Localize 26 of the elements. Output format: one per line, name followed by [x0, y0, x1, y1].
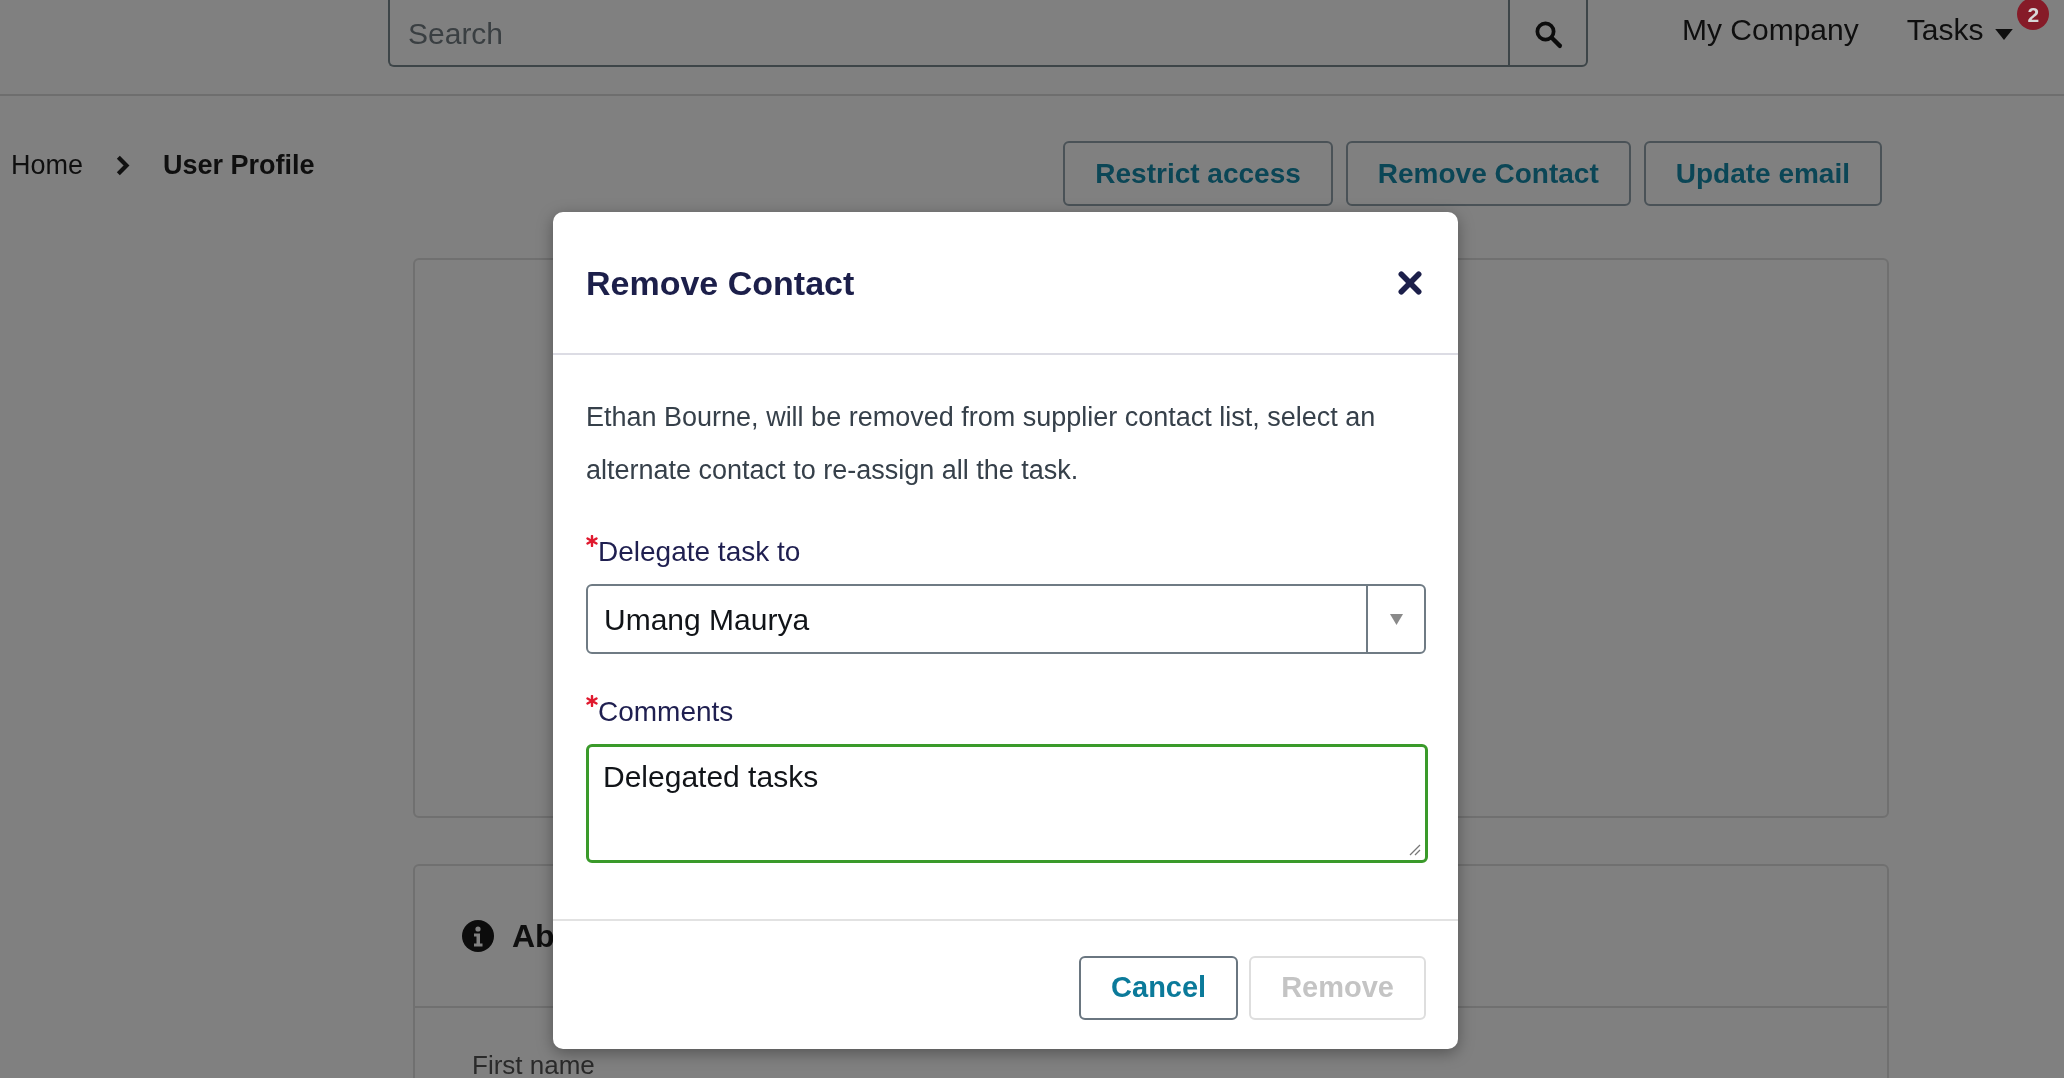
caret-down-icon	[1995, 28, 2014, 40]
delegate-select[interactable]: Umang Maurya	[586, 584, 1426, 654]
action-button[interactable]: Update email	[1643, 141, 1882, 206]
dialog-message: Ethan Bourne, will be removed from supplier contact list, select an alternate contact to re-assign all the task.	[586, 401, 1377, 487]
dialog-button[interactable]: Cancel	[1079, 956, 1239, 1020]
close-icon	[1397, 269, 1423, 296]
info-icon	[462, 920, 494, 952]
breadcrumb-link[interactable]: Home	[11, 149, 84, 181]
action-button[interactable]: Restrict access	[1063, 141, 1333, 206]
action-button[interactable]: Remove Contact	[1345, 141, 1631, 206]
field-label: First name	[472, 1050, 595, 1078]
search-button[interactable]	[1508, 0, 1588, 67]
resize-grip-icon[interactable]	[1409, 844, 1421, 856]
task-count-badge: 2	[2017, 0, 2050, 30]
field-label: Comments	[598, 695, 734, 729]
dialog-title: Remove Contact	[586, 262, 855, 304]
comments-field[interactable]: Delegated tasks	[586, 744, 1428, 863]
tasks-menu[interactable]: Tasks	[1906, 12, 2014, 48]
close-button[interactable]	[1396, 268, 1424, 297]
breadcrumb-current[interactable]: User Profile	[163, 149, 315, 181]
caret-down-icon	[1389, 613, 1403, 625]
card-heading: Ab	[512, 917, 555, 956]
search-field[interactable]: Search	[388, 0, 1508, 67]
field-label: Delegate task to	[598, 535, 801, 569]
company-link[interactable]: My Company	[1682, 12, 1859, 48]
chevron-right-icon	[116, 154, 131, 176]
